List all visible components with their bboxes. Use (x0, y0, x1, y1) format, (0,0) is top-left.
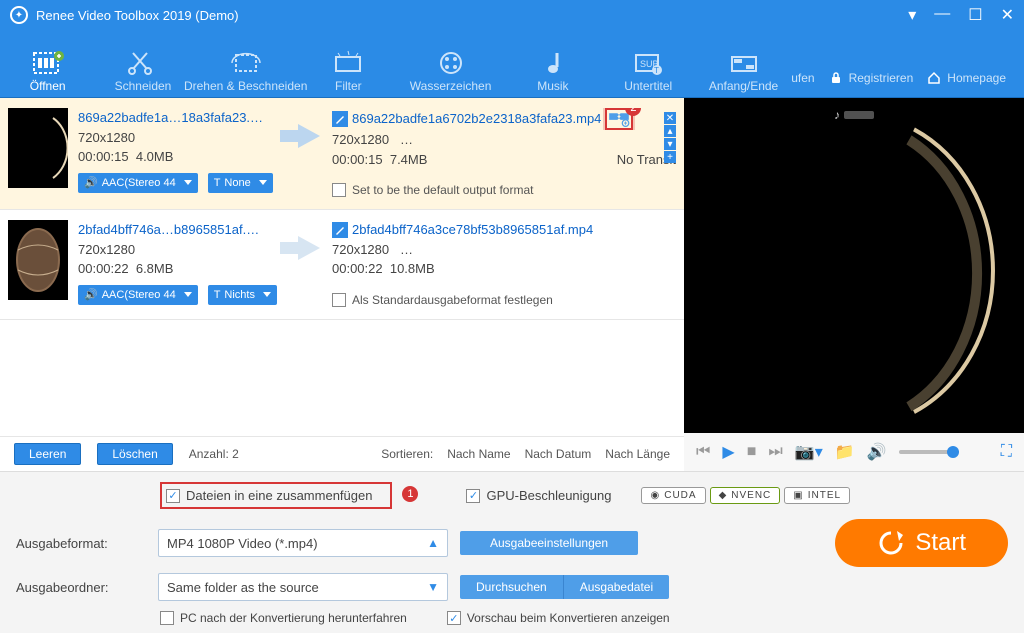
subtitle-pill[interactable]: TNone (208, 173, 273, 194)
gpu-tags: ◉ CUDA ◆ NVENC ▣ INTEL (641, 487, 850, 504)
app-title: Renee Video Toolbox 2019 (Demo) (36, 8, 239, 23)
annotation-badge-1: 1 (402, 486, 418, 502)
header-actions: ufen Registrieren Homepage (791, 71, 1024, 93)
arrow-icon (278, 108, 322, 199)
item-up-icon[interactable]: ▴ (664, 125, 676, 137)
annotation-badge-2: 2 (625, 108, 641, 116)
file-row[interactable]: 869a22badfe1a…18a3fafa23.mp4 720x1280 00… (0, 98, 684, 210)
stop-icon[interactable]: ■ (747, 443, 757, 461)
close-icon[interactable]: ✕ (1001, 5, 1014, 25)
output-file-button[interactable]: Ausgabedatei (564, 575, 669, 599)
play-icon[interactable]: ▶ (722, 442, 734, 462)
prev-icon[interactable]: ⏮ (696, 443, 710, 461)
tool-open[interactable]: Öffnen (0, 33, 95, 93)
bottom-panel: Dateien in eine zusammenfügen 1 GPU-Besc… (0, 471, 1024, 633)
preview-panel[interactable]: ♪ ▶ (684, 98, 1024, 433)
preview-on-convert-checkbox[interactable] (447, 611, 461, 625)
app-logo-icon (10, 6, 28, 24)
tool-music[interactable]: Musik (505, 33, 600, 93)
folder-combo[interactable]: Same folder as the source▼ (158, 573, 448, 601)
homepage-link[interactable]: Homepage (927, 71, 1006, 85)
merge-files-option[interactable]: Dateien in eine zusammenfügen 1 (160, 482, 392, 509)
file-list: 869a22badfe1a…18a3fafa23.mp4 720x1280 00… (0, 98, 684, 471)
maximize-icon[interactable]: ☐ (968, 5, 982, 25)
main-toolbar: Öffnen Schneiden Drehen & Beschneiden Fi… (0, 30, 1024, 98)
output-info: 869a22badfe1a6702b2e2318a3fafa23.mp4 2 7… (332, 108, 676, 199)
volume-slider[interactable] (899, 450, 959, 454)
transition-icon[interactable]: 2 (605, 108, 633, 130)
tool-filter[interactable]: Filter (301, 33, 396, 93)
titlebar: Renee Video Toolbox 2019 (Demo) ▾ — ☐ ✕ (0, 0, 1024, 30)
edit-icon[interactable] (332, 222, 348, 238)
delete-button[interactable]: Löschen (97, 443, 172, 465)
item-close-icon[interactable]: ✕ (664, 112, 676, 124)
watermark-icon: ♪ (834, 108, 874, 122)
browse-button[interactable]: Durchsuchen (460, 575, 564, 599)
tool-watermark[interactable]: Wasserzeichen (396, 33, 505, 93)
next-icon[interactable]: ⏭ (768, 443, 782, 461)
start-button[interactable]: Start (835, 519, 1008, 567)
gpu-tag-nvenc: ◆ NVENC (710, 487, 781, 504)
source-filename: 869a22badfe1a…18a3fafa23.mp4 (78, 108, 268, 128)
tool-rotate-crop[interactable]: Drehen & Beschneiden (191, 33, 301, 93)
gpu-tag-cuda: ◉ CUDA (641, 487, 705, 504)
output-settings-button[interactable]: Ausgabeeinstellungen (460, 531, 638, 555)
source-resolution: 720x1280 (78, 128, 268, 148)
thumbnail[interactable] (8, 108, 68, 188)
format-label: Ausgabeformat: (16, 536, 146, 551)
fullscreen-icon[interactable]: ⛶ (1001, 443, 1012, 461)
volume-icon[interactable]: 🔊 (867, 442, 887, 462)
list-footer: Leeren Löschen Anzahl: 2 Sortieren: Nach… (0, 436, 684, 471)
tool-subtitle[interactable]: SUBT Untertitel (601, 33, 696, 93)
format-combo[interactable]: MP4 1080P Video (*.mp4)▲ (158, 529, 448, 557)
clear-button[interactable]: Leeren (14, 443, 81, 465)
output-info: 2bfad4bff746a3ce78bf53b8965851af.mp4 720… (332, 220, 676, 309)
file-row[interactable]: 2bfad4bff746a…b8965851af.mp4 720x1280 00… (0, 210, 684, 320)
svg-text:T: T (654, 66, 659, 75)
merge-checkbox[interactable] (166, 489, 180, 503)
tool-cut[interactable]: Schneiden (95, 33, 190, 93)
source-filename: 2bfad4bff746a…b8965851af.mp4 (78, 220, 268, 240)
snapshot-icon[interactable]: 📷▾ (795, 442, 823, 462)
tool-start-end[interactable]: Anfang/Ende (696, 33, 791, 93)
sort-by-name[interactable]: Nach Name (447, 447, 510, 461)
default-format-checkbox[interactable] (332, 183, 346, 197)
audio-pill[interactable]: 🔊AAC(Stereo 44 (78, 173, 198, 194)
shutdown-checkbox[interactable] (160, 611, 174, 625)
audio-pill[interactable]: 🔊AAC(Stereo 44 (78, 285, 198, 306)
window-controls: ▾ — ☐ ✕ (908, 5, 1014, 25)
item-add-icon[interactable]: + (664, 151, 676, 163)
folder-label: Ausgabeordner: (16, 580, 146, 595)
preview-controls: ⏮ ▶ ■ ⏭ 📷▾ 📁 🔊 ⛶ (684, 433, 1024, 471)
default-format-checkbox[interactable] (332, 293, 346, 307)
edit-icon[interactable] (332, 111, 348, 127)
item-down-icon[interactable]: ▾ (664, 138, 676, 150)
sort-by-length[interactable]: Nach Länge (605, 447, 670, 461)
sort-by-date[interactable]: Nach Datum (525, 447, 592, 461)
register-link[interactable]: Registrieren (829, 71, 914, 85)
source-info: 2bfad4bff746a…b8965851af.mp4 720x1280 00… (78, 220, 268, 309)
gpu-tag-intel: ▣ INTEL (784, 487, 850, 504)
subtitle-pill[interactable]: TNichts (208, 285, 277, 306)
arrow-icon (278, 220, 322, 309)
source-info: 869a22badfe1a…18a3fafa23.mp4 720x1280 00… (78, 108, 268, 199)
buy-link[interactable]: ufen (791, 71, 814, 85)
main-area: 869a22badfe1a…18a3fafa23.mp4 720x1280 00… (0, 98, 1024, 471)
minimize-icon[interactable]: — (934, 5, 950, 25)
open-folder-icon[interactable]: 📁 (835, 442, 855, 462)
thumbnail[interactable] (8, 220, 68, 300)
gpu-checkbox[interactable] (466, 489, 480, 503)
dropdown-icon[interactable]: ▾ (908, 5, 916, 25)
